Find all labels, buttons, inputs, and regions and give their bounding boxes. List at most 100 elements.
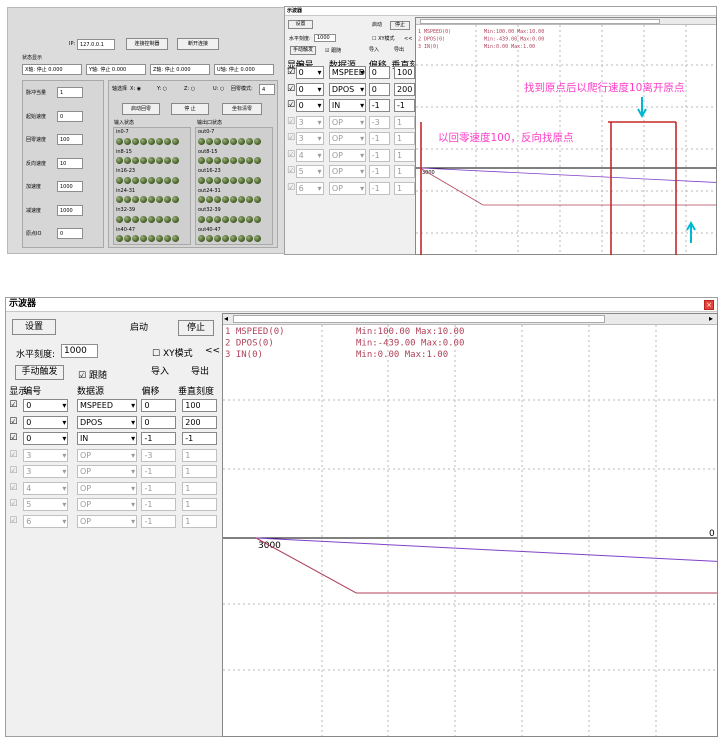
connect-button[interactable]: 连接控制器 — [126, 38, 168, 50]
chevron-down-icon[interactable]: ▾ — [131, 499, 135, 510]
chevron-down-icon[interactable]: ▾ — [318, 100, 322, 111]
param-input[interactable]: 0 — [57, 110, 83, 122]
vscale-input[interactable]: 1 — [182, 481, 217, 495]
channel-number-select[interactable]: 4 ▾ — [295, 148, 324, 162]
mode-input[interactable]: 4 — [259, 84, 275, 95]
chevron-down-icon[interactable]: ▾ — [318, 117, 322, 128]
start-home-button[interactable]: 启动回零 — [122, 103, 160, 115]
scrollbar-thumb-large[interactable] — [233, 315, 605, 323]
show-checkbox[interactable]: ☑ — [9, 515, 17, 528]
settings-button-large[interactable]: 设置 — [12, 319, 56, 335]
chevron-down-icon[interactable]: ▾ — [131, 450, 135, 461]
channel-number-select[interactable]: 3 ▾ — [23, 448, 69, 462]
axis-y-radio[interactable]: Y: ○ — [157, 86, 167, 93]
offset-input[interactable]: -1 — [141, 514, 176, 528]
offset-input[interactable]: -1 — [368, 99, 391, 112]
vscale-input[interactable]: -1 — [394, 99, 416, 112]
scrollbar-small[interactable] — [416, 18, 716, 25]
channel-number-select[interactable]: 3 ▾ — [23, 465, 69, 478]
chevron-down-icon[interactable]: ▾ — [360, 150, 364, 161]
chevron-down-icon[interactable]: ▾ — [62, 400, 66, 411]
chevron-down-icon[interactable]: ▾ — [62, 433, 66, 444]
show-checkbox[interactable]: ☑ — [287, 165, 295, 178]
export-button-large[interactable]: 导出 — [184, 365, 216, 380]
vscale-input[interactable]: 100 — [394, 66, 416, 79]
show-checkbox[interactable]: ☑ — [287, 99, 295, 112]
data-source-select[interactable]: OP ▾ — [76, 465, 138, 478]
scrollbar-thumb-small[interactable] — [420, 19, 660, 24]
channel-number-select[interactable]: 6 ▾ — [295, 181, 324, 195]
chevron-down-icon[interactable]: ▾ — [318, 84, 322, 95]
chevron-down-icon[interactable]: ▾ — [360, 166, 364, 177]
start-button-small[interactable]: 启动 — [369, 21, 385, 30]
ip-input[interactable]: 127.0.0.1 — [77, 39, 115, 50]
show-checkbox[interactable]: ☑ — [287, 116, 295, 129]
chevron-down-icon[interactable]: ▾ — [318, 166, 322, 177]
data-source-select[interactable]: OP ▾ — [328, 148, 367, 162]
vscale-input[interactable]: 1 — [394, 115, 416, 129]
show-checkbox[interactable]: ☑ — [9, 399, 17, 412]
chevron-down-icon[interactable]: ▾ — [360, 100, 364, 111]
stop-button[interactable]: 停 止 — [171, 103, 209, 115]
vscale-input[interactable]: -1 — [182, 432, 217, 445]
chevron-down-icon[interactable]: ▾ — [62, 466, 66, 477]
offset-input[interactable]: -1 — [368, 148, 391, 162]
data-source-select[interactable]: OP ▾ — [328, 115, 367, 129]
data-source-select[interactable]: MSPEED ▾ — [328, 66, 367, 79]
vscale-input[interactable]: 1 — [182, 465, 217, 478]
channel-number-select[interactable]: 5 ▾ — [23, 498, 69, 511]
show-checkbox[interactable]: ☑ — [9, 432, 17, 445]
vscale-input[interactable]: 1 — [394, 132, 416, 145]
channel-number-select[interactable]: 0 ▾ — [23, 432, 69, 445]
param-input[interactable]: 1 — [57, 87, 83, 98]
scroll-right-icon[interactable]: ▸ — [709, 314, 713, 324]
show-checkbox[interactable]: ☑ — [9, 416, 17, 429]
clear-coords-button[interactable]: 坐标清零 — [222, 103, 262, 115]
chevron-down-icon[interactable]: ▾ — [360, 117, 364, 128]
chevron-down-icon[interactable]: ▾ — [318, 183, 322, 194]
xy-mode-large[interactable]: ☐ XY模式 — [152, 346, 193, 359]
show-checkbox[interactable]: ☑ — [9, 498, 17, 511]
data-source-select[interactable]: OP ▾ — [328, 165, 367, 178]
offset-input[interactable]: 0 — [368, 82, 391, 96]
chevron-down-icon[interactable]: ▾ — [62, 417, 66, 428]
param-input[interactable]: 100 — [57, 134, 83, 145]
settings-button-small[interactable]: 设置 — [288, 20, 313, 29]
offset-input[interactable]: -3 — [141, 448, 176, 462]
chevron-down-icon[interactable]: ▾ — [318, 133, 322, 144]
show-checkbox[interactable]: ☑ — [9, 482, 17, 495]
channel-number-select[interactable]: 3 ▾ — [295, 132, 324, 145]
show-checkbox[interactable]: ☑ — [9, 465, 17, 478]
axis-u-radio[interactable]: U: ○ — [213, 86, 224, 93]
chevron-down-icon[interactable]: ▾ — [360, 67, 364, 78]
chevron-down-icon[interactable]: ▾ — [318, 67, 322, 78]
offset-input[interactable]: -1 — [141, 432, 176, 445]
vscale-input[interactable]: 200 — [394, 82, 416, 96]
vscale-input[interactable]: 1 — [182, 498, 217, 511]
show-checkbox[interactable]: ☑ — [287, 132, 295, 145]
vscale-input[interactable]: 1 — [394, 148, 416, 162]
offset-input[interactable]: -1 — [368, 181, 391, 195]
manual-trigger-large[interactable]: 手动触发 — [15, 365, 64, 380]
vscale-input[interactable]: 1 — [394, 181, 416, 195]
vscale-input[interactable]: 200 — [182, 415, 217, 429]
chevron-down-icon[interactable]: ▾ — [360, 183, 364, 194]
data-source-select[interactable]: OP ▾ — [76, 448, 138, 462]
xy-mode-small[interactable]: ☐ XY模式 — [372, 36, 395, 43]
chevron-down-icon[interactable]: ▾ — [62, 483, 66, 494]
offset-input[interactable]: 0 — [141, 399, 176, 412]
channel-number-select[interactable]: 4 ▾ — [23, 481, 69, 495]
show-checkbox[interactable]: ☑ — [287, 66, 295, 79]
data-source-select[interactable]: MSPEED ▾ — [76, 399, 138, 412]
chevron-down-icon[interactable]: ▾ — [131, 516, 135, 527]
collapse-button-small[interactable]: << — [404, 36, 412, 43]
offset-input[interactable]: 0 — [141, 415, 176, 429]
chevron-down-icon[interactable]: ▾ — [131, 400, 135, 411]
offset-input[interactable]: -1 — [141, 465, 176, 478]
chevron-down-icon[interactable]: ▾ — [62, 450, 66, 461]
axis-z-radio[interactable]: Z: ○ — [184, 86, 195, 93]
chevron-down-icon[interactable]: ▾ — [131, 466, 135, 477]
channel-number-select[interactable]: 0 ▾ — [295, 82, 324, 96]
close-icon[interactable]: × — [704, 300, 714, 310]
chevron-down-icon[interactable]: ▾ — [360, 84, 364, 95]
